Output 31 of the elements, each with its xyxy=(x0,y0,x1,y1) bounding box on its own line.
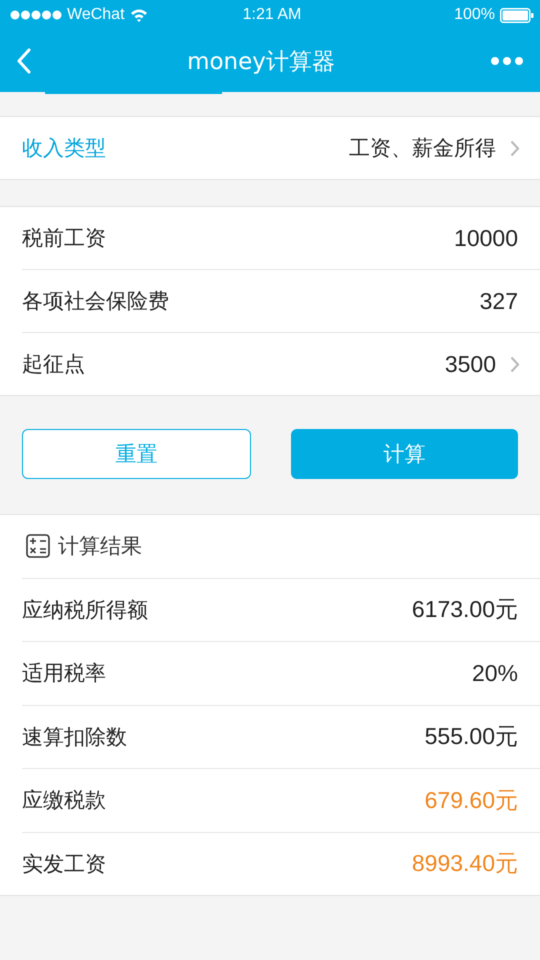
result-value: 679.60元 xyxy=(424,786,518,815)
clock-time: 1:21 AM xyxy=(242,6,302,24)
results-title: 计算结果 xyxy=(58,533,142,560)
back-icon xyxy=(16,48,32,74)
signal-icon xyxy=(10,10,62,20)
input-field[interactable]: 3500 xyxy=(444,350,518,378)
chevron-icon xyxy=(510,356,520,372)
chevron-icon xyxy=(510,140,520,156)
result-value: 8993.40元 xyxy=(412,849,518,878)
page-title: money计算器 xyxy=(187,48,335,76)
wifi-icon xyxy=(130,8,148,22)
result-value: 6173.00元 xyxy=(412,595,518,624)
field-label: 税前工资 xyxy=(22,225,106,252)
result-label: 实发工资 xyxy=(22,850,106,878)
income-type-label: 收入类型 xyxy=(22,135,106,162)
result-label: 速算扣除数 xyxy=(22,724,127,751)
input-field[interactable]: 327 xyxy=(480,288,518,314)
result-value: 555.00元 xyxy=(424,722,518,752)
income-type-value: 工资、薪金所得 xyxy=(349,135,496,162)
field-label: 起征点 xyxy=(22,351,85,378)
result-value: 20% xyxy=(472,660,518,687)
input-field[interactable]: 10000 xyxy=(454,224,518,252)
battery-percent: 100% xyxy=(454,6,495,24)
field-label: 各项社会保险费 xyxy=(22,288,169,315)
result-label: 应纳税所得额 xyxy=(22,596,148,624)
result-label: 应缴税款 xyxy=(22,787,106,814)
more-icon xyxy=(490,56,524,66)
battery-icon xyxy=(500,8,534,22)
result-label: 适用税率 xyxy=(22,660,106,688)
calculator-icon xyxy=(26,534,50,558)
carrier-name: WeChat xyxy=(67,6,125,24)
